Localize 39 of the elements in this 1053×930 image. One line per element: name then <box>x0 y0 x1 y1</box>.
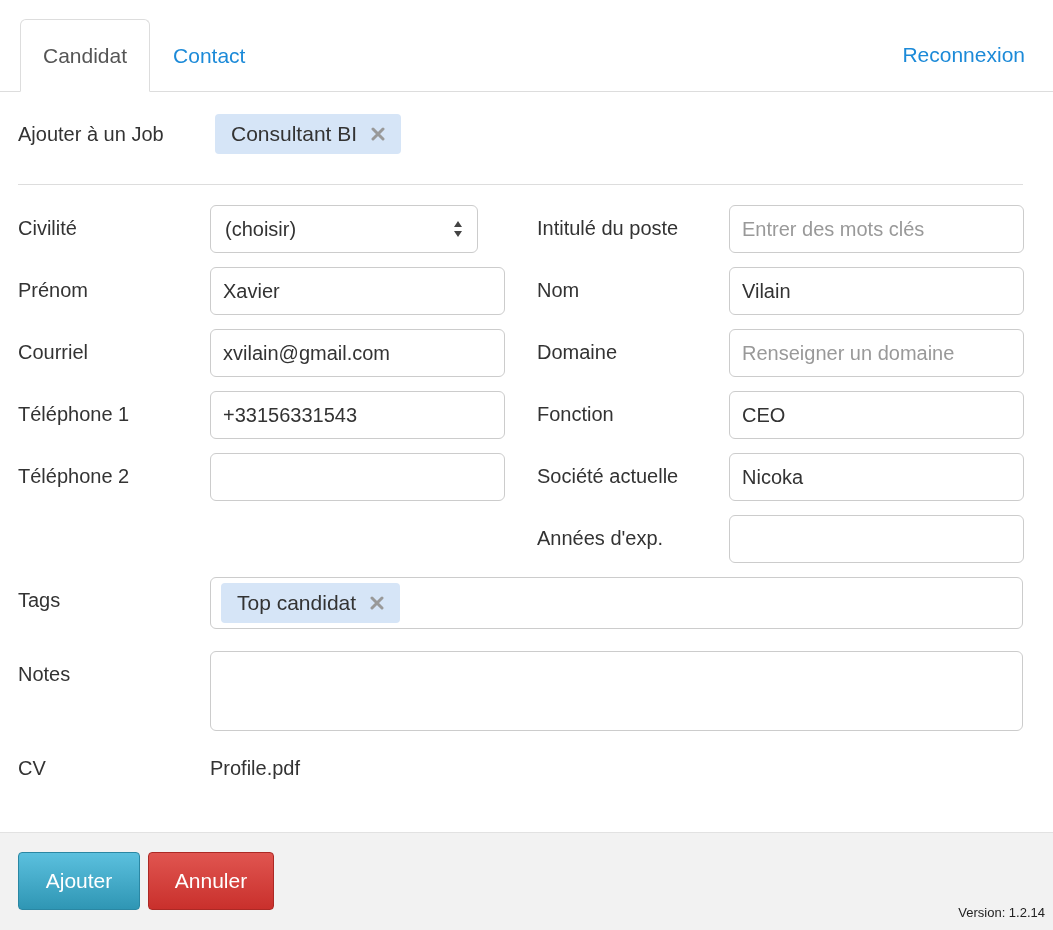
field-label: Domaine <box>537 340 619 364</box>
field-label: Prénom <box>18 278 90 302</box>
tab[interactable]: Candidat <box>20 19 151 92</box>
reconnect-link[interactable]: Reconnexion <box>902 24 1025 67</box>
field-label: Nom <box>537 278 581 302</box>
tab[interactable]: Contact <box>150 19 269 92</box>
input-field[interactable]: Entrer des mots clés <box>729 205 1024 253</box>
field-label: Civilité <box>18 216 78 240</box>
field-label: Téléphone 1 <box>18 402 131 426</box>
field-label: Années d'exp. <box>537 526 665 550</box>
field-label: Courriel <box>18 340 90 364</box>
input-field[interactable]: +33156331543 <box>210 391 505 439</box>
input-field[interactable]: xvilain@gmail.com <box>210 329 505 377</box>
notes-field[interactable] <box>210 651 1023 731</box>
cancel-button[interactable]: Annuler <box>148 852 274 910</box>
tag-label: Top candidat <box>237 591 357 615</box>
input-field[interactable]: CEO <box>729 391 1024 439</box>
input-field[interactable]: Nicoka <box>729 453 1024 501</box>
field-label: Téléphone 2 <box>18 464 131 488</box>
field-label: Ajouter à un Job <box>18 122 165 146</box>
file-name: Profile.pdf <box>210 756 301 780</box>
tags-field[interactable]: Top candidat <box>210 577 1023 629</box>
remove-icon[interactable] <box>371 127 386 141</box>
input-field[interactable] <box>210 453 505 501</box>
field-label: CV <box>18 756 47 780</box>
field-label: Notes <box>18 662 72 686</box>
input-field[interactable]: Renseigner un domaine <box>729 329 1024 377</box>
input-field[interactable]: Vilain <box>729 267 1024 315</box>
field-label: Société actuelle <box>537 464 680 488</box>
remove-icon[interactable] <box>370 596 385 610</box>
sort-arrows-icon <box>453 220 463 238</box>
tag-label: Consultant BI <box>231 122 358 146</box>
field-label: Intitulé du poste <box>537 216 680 240</box>
field-label: Fonction <box>537 402 615 426</box>
input-field[interactable]: Xavier <box>210 267 505 315</box>
version-text: Version: 1.2.14 <box>958 905 1045 920</box>
select-field[interactable]: (choisir) <box>210 205 478 253</box>
input-field[interactable] <box>729 515 1024 563</box>
field-label: Tags <box>18 588 62 612</box>
